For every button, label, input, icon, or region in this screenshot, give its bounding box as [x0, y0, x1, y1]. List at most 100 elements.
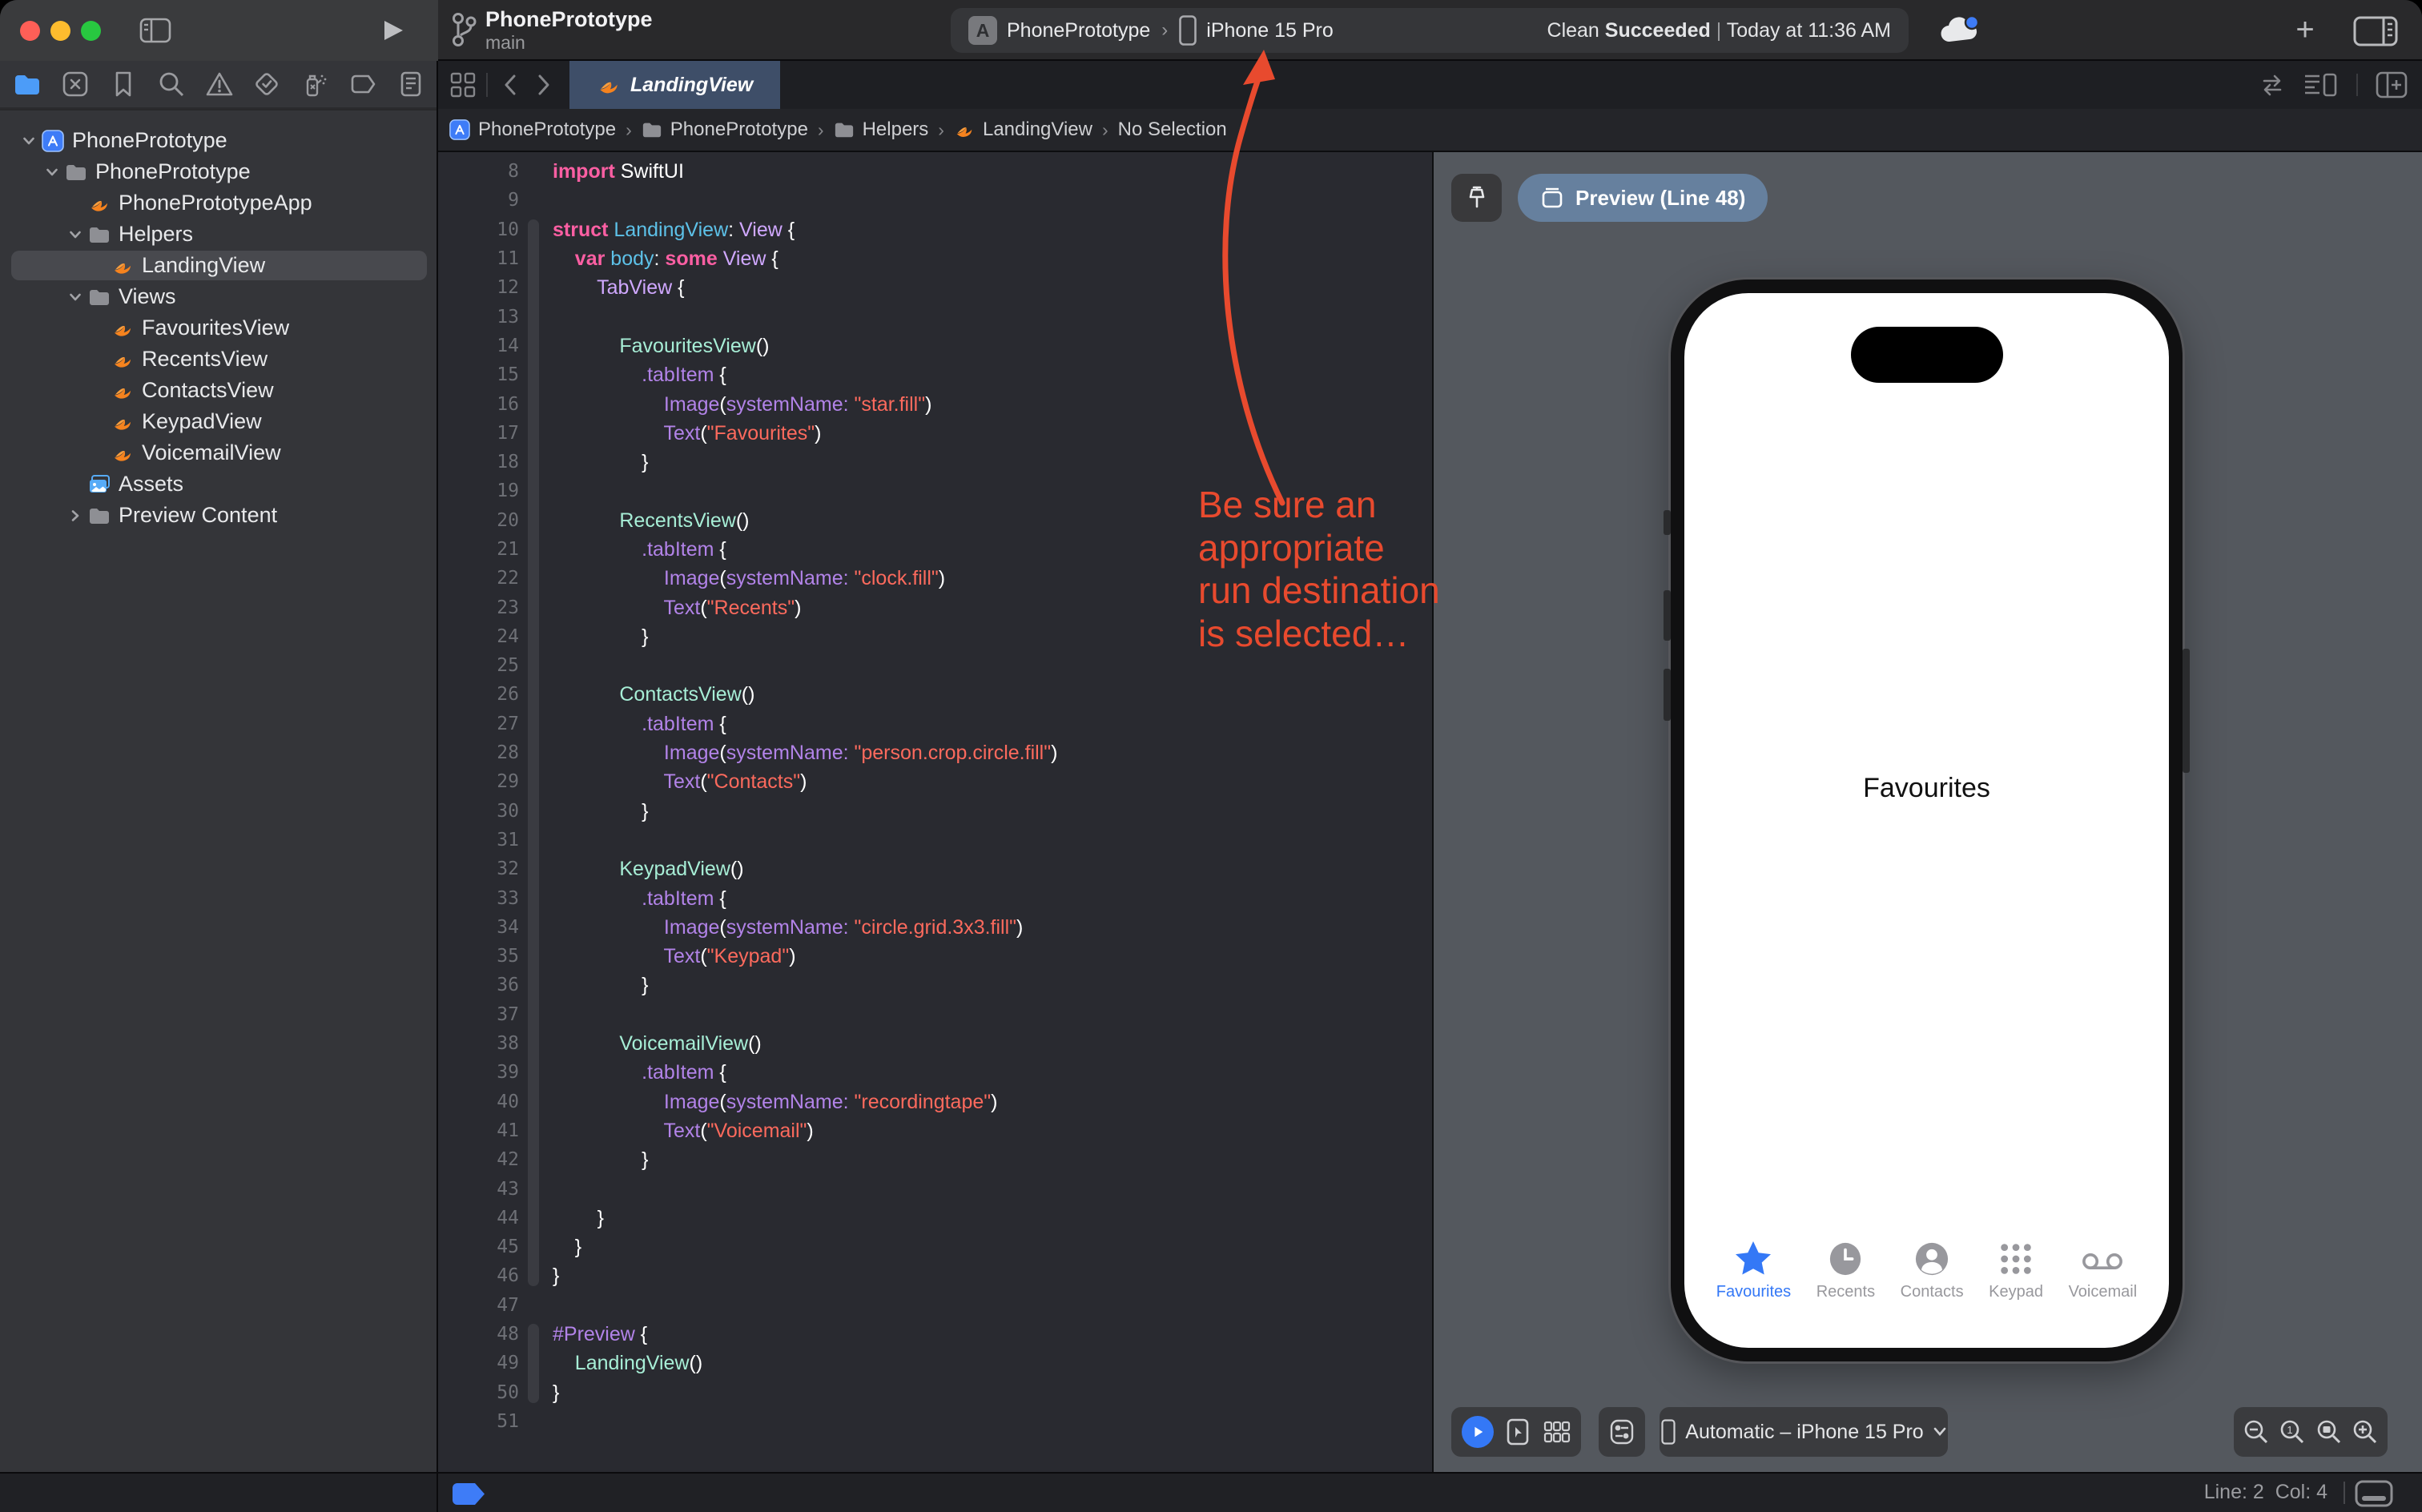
breakpoint-navigator-icon[interactable] [348, 70, 377, 99]
phone-tab-recents[interactable]: Recents [1816, 1238, 1875, 1301]
zoom-in-icon[interactable] [2351, 1418, 2380, 1446]
project-branch-block[interactable]: PhonePrototype main [450, 6, 653, 53]
disclosure-open-icon[interactable] [67, 227, 83, 243]
split-editor-icon[interactable] [2376, 71, 2408, 99]
code-line-42[interactable]: 42 } [438, 1145, 1434, 1174]
phone-tab-voicemail[interactable]: Voicemail [2069, 1238, 2138, 1301]
breakpoint-indicator[interactable] [453, 1483, 485, 1505]
breadcrumb-helpers[interactable]: Helpers [834, 119, 929, 141]
breadcrumb-landingview[interactable]: LandingView [954, 119, 1092, 141]
iphone-screen[interactable]: Favourites FavouritesRecentsContactsKeyp… [1684, 293, 2169, 1348]
zoom-out-icon[interactable] [2242, 1418, 2271, 1446]
code-line-12[interactable]: 12 TabView { [438, 273, 1434, 302]
code-line-50[interactable]: 50} [438, 1377, 1434, 1406]
issue-navigator-icon[interactable] [205, 70, 234, 99]
code-line-51[interactable]: 51 [438, 1407, 1434, 1436]
code-line-16[interactable]: 16 Image(systemName: "star.fill") [438, 389, 1434, 418]
code-line-46[interactable]: 46} [438, 1261, 1434, 1290]
code-line-27[interactable]: 27 .tabItem { [438, 710, 1434, 738]
inspector-toggle-icon[interactable] [2353, 16, 2398, 46]
zoom-fit-icon[interactable] [2315, 1418, 2344, 1446]
sidebar-item-phoneprototypeapp[interactable]: PhonePrototypeApp [0, 187, 438, 219]
code-line-37[interactable]: 37 [438, 1000, 1434, 1029]
scheme-app-segment[interactable]: A PhonePrototype [968, 16, 1150, 45]
code-line-30[interactable]: 30 } [438, 797, 1434, 826]
sidebar-item-keypadview[interactable]: KeypadView [0, 406, 438, 437]
code-line-47[interactable]: 47 [438, 1291, 1434, 1320]
code-line-11[interactable]: 11 var body: some View { [438, 244, 1434, 273]
go-forward-icon[interactable] [529, 71, 557, 99]
minimize-window-button[interactable] [50, 21, 70, 41]
code-lines[interactable]: 8import SwiftUI910struct LandingView: Vi… [438, 157, 1434, 1436]
code-line-18[interactable]: 18 } [438, 448, 1434, 477]
sidebar-item-preview-content[interactable]: Preview Content [0, 500, 438, 531]
code-line-25[interactable]: 25 [438, 651, 1434, 680]
code-line-10[interactable]: 10struct LandingView: View { [438, 215, 1434, 244]
debug-navigator-icon[interactable] [300, 70, 329, 99]
tab-landingview[interactable]: LandingView [569, 61, 780, 109]
code-line-38[interactable]: 38 VoicemailView() [438, 1029, 1434, 1058]
preview-destination-picker[interactable]: Automatic – iPhone 15 Pro [1660, 1407, 1948, 1457]
adjust-editor-options-icon[interactable] [2303, 71, 2339, 99]
code-line-35[interactable]: 35 Text("Keypad") [438, 942, 1434, 971]
code-line-26[interactable]: 26 ContactsView() [438, 680, 1434, 709]
zoom-window-button[interactable] [81, 21, 101, 41]
source-control-icon[interactable] [61, 70, 90, 99]
code-line-31[interactable]: 31 [438, 826, 1434, 855]
bookmark-navigator-icon[interactable] [109, 70, 138, 99]
project-navigator-icon[interactable] [13, 70, 42, 99]
breadcrumb-phoneprototype[interactable]: PhonePrototype [449, 119, 616, 141]
code-line-29[interactable]: 29 Text("Contacts") [438, 767, 1434, 796]
close-window-button[interactable] [20, 21, 40, 41]
zoom-100-icon[interactable]: 1 [2278, 1418, 2307, 1446]
code-line-48[interactable]: 48#Preview { [438, 1320, 1434, 1349]
debug-area-toggle-icon[interactable] [2355, 1480, 2393, 1507]
code-line-13[interactable]: 13 [438, 302, 1434, 331]
phone-tab-contacts[interactable]: Contacts [1901, 1238, 1964, 1301]
code-line-9[interactable]: 9 [438, 186, 1434, 215]
scheme-destination-segment[interactable]: iPhone 15 Pro [1179, 15, 1333, 46]
code-line-49[interactable]: 49 LandingView() [438, 1349, 1434, 1377]
code-line-28[interactable]: 28 Image(systemName: "person.crop.circle… [438, 738, 1434, 767]
sidebar-item-views[interactable]: Views [0, 281, 438, 312]
code-line-34[interactable]: 34 Image(systemName: "circle.grid.3x3.fi… [438, 913, 1434, 942]
sidebar-item-phoneprototype[interactable]: PhonePrototype [0, 125, 438, 156]
breadcrumb-no-selection[interactable]: No Selection [1118, 119, 1227, 141]
code-line-39[interactable]: 39 .tabItem { [438, 1058, 1434, 1087]
sidebar-item-landingview[interactable]: LandingView [0, 250, 438, 281]
sidebar-item-favouritesview[interactable]: FavouritesView [0, 312, 438, 344]
cloud-activity-icon[interactable] [1938, 13, 1980, 48]
related-items-icon[interactable] [449, 71, 477, 99]
source-editor[interactable]: 8import SwiftUI910struct LandingView: Vi… [438, 152, 1434, 1472]
run-button[interactable] [381, 19, 405, 42]
code-line-45[interactable]: 45 } [438, 1233, 1434, 1261]
disclosure-open-icon[interactable] [67, 289, 83, 305]
device-settings-button[interactable] [1607, 1418, 1636, 1446]
code-line-41[interactable]: 41 Text("Voicemail") [438, 1116, 1434, 1145]
phone-tab-keypad[interactable]: Keypad [1989, 1238, 2043, 1301]
sidebar-item-contactsview[interactable]: ContactsView [0, 375, 438, 406]
editor-canvas-divider[interactable] [1432, 152, 1434, 1472]
code-line-44[interactable]: 44 } [438, 1204, 1434, 1233]
sidebar-item-phoneprototype[interactable]: PhonePrototype [0, 156, 438, 187]
sidebar-item-assets[interactable]: Assets [0, 468, 438, 500]
scheme-selector[interactable]: A PhonePrototype › iPhone 15 Pro Clean S… [951, 8, 1909, 53]
pin-preview-button[interactable] [1451, 174, 1502, 222]
code-line-40[interactable]: 40 Image(systemName: "recordingtape") [438, 1088, 1434, 1116]
variants-mode-button[interactable] [1543, 1418, 1571, 1446]
code-line-17[interactable]: 17 Text("Favourites") [438, 419, 1434, 448]
breadcrumb-phoneprototype[interactable]: PhonePrototype [642, 119, 808, 141]
sidebar-editor-divider[interactable] [437, 61, 438, 1512]
code-line-15[interactable]: 15 .tabItem { [438, 360, 1434, 389]
library-plus-button[interactable]: + [2289, 14, 2321, 46]
sidebar-item-recentsview[interactable]: RecentsView [0, 344, 438, 375]
live-preview-button[interactable] [1462, 1416, 1494, 1448]
code-line-43[interactable]: 43 [438, 1174, 1434, 1203]
report-navigator-icon[interactable] [396, 70, 425, 99]
disclosure-open-icon[interactable] [44, 164, 60, 180]
go-back-icon[interactable] [497, 71, 525, 99]
preview-jump-button[interactable]: Preview (Line 48) [1518, 174, 1768, 222]
code-line-33[interactable]: 33 .tabItem { [438, 883, 1434, 912]
sidebar-item-helpers[interactable]: Helpers [0, 219, 438, 250]
code-line-32[interactable]: 32 KeypadView() [438, 855, 1434, 883]
